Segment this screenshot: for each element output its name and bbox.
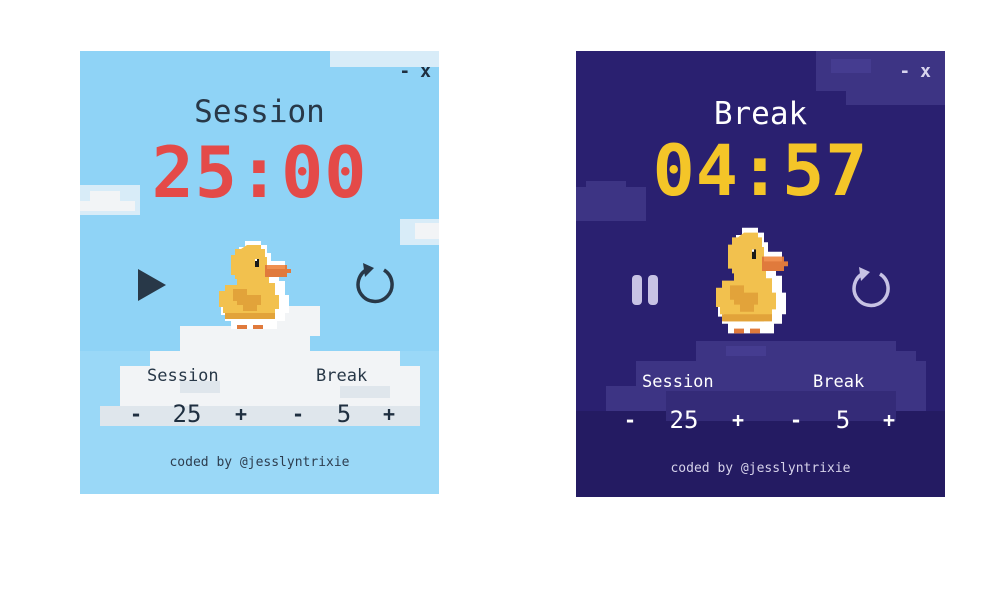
pause-icon	[632, 275, 658, 305]
credit-text: coded by @jesslyntrixie	[670, 461, 851, 476]
timer-display: 25:00	[151, 132, 368, 214]
close-button[interactable]: x	[920, 63, 931, 81]
timer-display: 04:57	[652, 130, 869, 212]
break-decrement-button[interactable]: -	[790, 409, 802, 431]
reset-button[interactable]	[848, 263, 896, 313]
play-icon	[138, 269, 166, 301]
pause-button[interactable]	[628, 271, 662, 309]
break-length-label: Break	[813, 372, 865, 392]
mode-label: Session	[194, 94, 325, 130]
session-length-value: 25	[172, 400, 202, 428]
reset-icon	[356, 263, 394, 304]
minimize-button[interactable]: -	[899, 63, 910, 81]
session-length-value: 25	[669, 406, 699, 434]
break-length-label: Break	[316, 366, 368, 386]
credit-text: coded by @jesslyntrixie	[169, 455, 350, 470]
mode-label: Break	[713, 96, 808, 132]
session-length-label: Session	[147, 366, 219, 386]
session-increment-button[interactable]: +	[732, 409, 744, 431]
window-controls: -x	[889, 63, 931, 81]
session-length-label: Session	[642, 372, 714, 392]
break-length-value: 5	[835, 406, 851, 434]
session-decrement-button[interactable]: -	[130, 403, 142, 425]
reset-button[interactable]	[352, 259, 400, 309]
window-controls: -x	[389, 63, 431, 81]
duck-mascot	[716, 227, 788, 334]
minimize-button[interactable]: -	[399, 63, 410, 81]
break-decrement-button[interactable]: -	[292, 403, 304, 425]
reset-icon	[852, 267, 890, 308]
close-button[interactable]: x	[420, 63, 431, 81]
break-increment-button[interactable]: +	[383, 403, 395, 425]
pomodoro-window-light: -x Session 25:00 Session Break - 25 + - …	[80, 51, 439, 494]
session-increment-button[interactable]: +	[235, 403, 247, 425]
pomodoro-window-dark: -x Break 04:57 Session Break - 25 + - 5 …	[576, 51, 945, 497]
break-length-value: 5	[336, 400, 352, 428]
break-increment-button[interactable]: +	[883, 409, 895, 431]
session-decrement-button[interactable]: -	[624, 409, 636, 431]
duck-mascot	[219, 241, 291, 329]
play-button[interactable]	[132, 265, 172, 305]
